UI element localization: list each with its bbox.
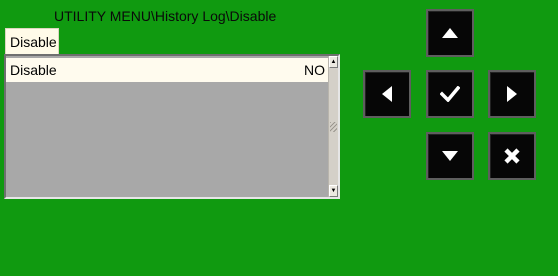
list-item-disable[interactable]: Disable NO	[6, 58, 329, 82]
breadcrumb: UTILITY MENU\History Log\Disable	[54, 8, 277, 24]
tab-disable[interactable]: Disable	[5, 28, 59, 54]
scroll-up-button[interactable]: ▲	[329, 56, 338, 68]
confirm-button[interactable]	[426, 70, 474, 118]
down-button[interactable]	[426, 132, 474, 180]
up-arrow-icon	[442, 28, 458, 38]
tab-label: Disable	[10, 33, 57, 50]
list-item-value: NO	[304, 62, 325, 78]
scrollbar[interactable]: ▲ ▼	[328, 56, 338, 197]
scrollbar-grip[interactable]	[330, 122, 337, 132]
right-arrow-icon	[507, 86, 517, 102]
right-button[interactable]	[488, 70, 536, 118]
list-item-label: Disable	[10, 62, 57, 78]
left-arrow-icon	[382, 86, 392, 102]
down-arrow-icon	[442, 151, 458, 161]
scroll-down-arrow-icon: ▼	[330, 188, 337, 194]
x-icon	[504, 148, 520, 164]
up-button[interactable]	[426, 9, 474, 57]
cancel-button[interactable]	[488, 132, 536, 180]
checkmark-icon	[440, 86, 460, 102]
scroll-up-arrow-icon: ▲	[330, 59, 337, 65]
settings-list: Disable NO ▲ ▼	[4, 54, 340, 199]
scroll-down-button[interactable]: ▼	[329, 185, 338, 197]
left-button[interactable]	[363, 70, 411, 118]
